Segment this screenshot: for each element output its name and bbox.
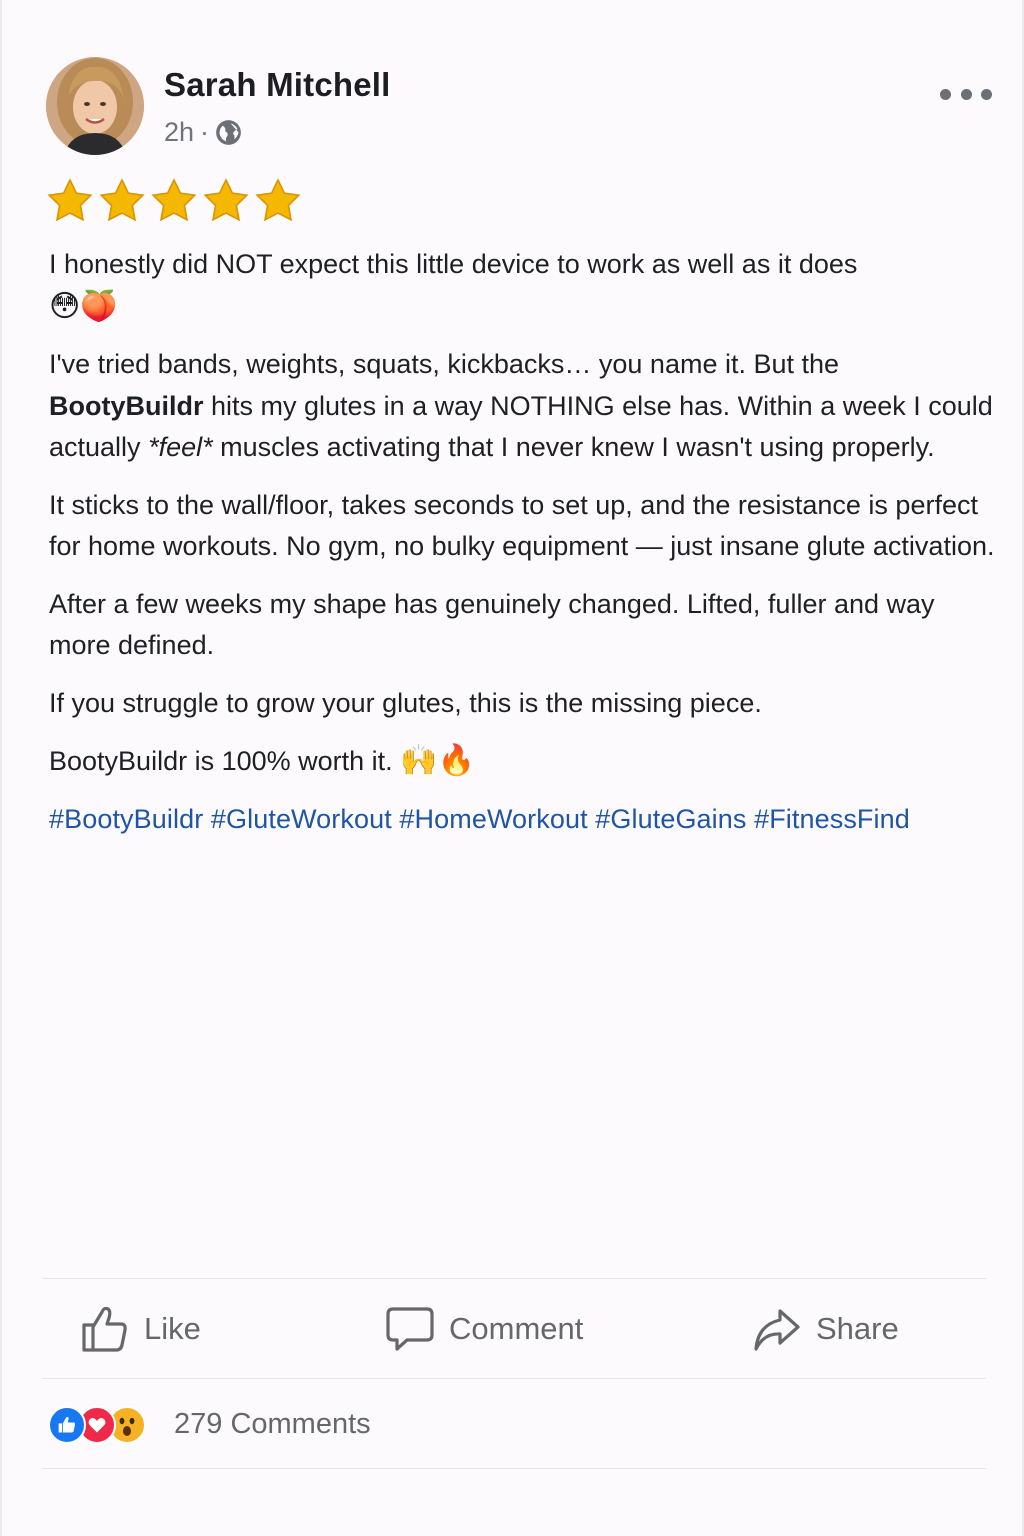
hashtag-link[interactable]: #FitnessFind [754, 804, 910, 834]
avatar-image [46, 57, 144, 155]
post-time[interactable]: 2h [164, 117, 194, 148]
post-card: Sarah Mitchell 2h · I honestly did NOT e… [0, 0, 1024, 1536]
like-reaction-icon [48, 1406, 86, 1444]
hashtag-link[interactable]: #GluteGains [595, 804, 746, 834]
divider-bottom [42, 1468, 986, 1469]
emoji-raised-hands-fire: 🙌🔥 [400, 743, 475, 778]
comment-button[interactable]: Comment [385, 1280, 583, 1378]
post-meta: 2h · [164, 116, 242, 148]
more-dot-icon [981, 88, 992, 100]
comment-label: Comment [449, 1311, 584, 1346]
star-icon [255, 178, 301, 222]
author-name[interactable]: Sarah Mitchell [164, 66, 391, 104]
star-rating [46, 177, 302, 225]
emoji-flushed-peach: 😳🍑 [49, 288, 118, 324]
hashtag-link[interactable]: #BootyBuildr [49, 804, 203, 834]
hashtag-link[interactable]: #GluteWorkout [211, 804, 392, 834]
brand-name: BootyBuildr [49, 390, 204, 421]
comments-count-link[interactable]: 279 Comments [174, 1404, 371, 1444]
post-body: I honestly did NOT expect this little de… [49, 244, 999, 856]
thumbs-up-icon [82, 1306, 127, 1352]
paragraph-3: It sticks to the wall/floor, takes secon… [49, 489, 995, 562]
divider-top [42, 1278, 986, 1279]
paragraph-5: If you struggle to grow your glutes, thi… [49, 687, 762, 718]
emphasis-feel: *feel* [148, 432, 213, 462]
comment-bubble-icon [386, 1307, 434, 1351]
paragraph-4: After a few weeks my shape has genuinely… [49, 588, 935, 661]
more-options-button[interactable] [940, 80, 992, 108]
star-icon [47, 178, 93, 222]
star-icon [99, 178, 145, 222]
author-avatar[interactable] [46, 57, 144, 155]
paragraph-2: I've tried bands, weights, squats, kickb… [49, 349, 993, 462]
like-label: Like [144, 1311, 201, 1346]
paragraph-1: I honestly did NOT expect this little de… [49, 249, 858, 324]
hashtag-link[interactable]: #HomeWorkout [399, 804, 587, 834]
divider-middle [42, 1378, 986, 1379]
action-bar: Like Comment Share [42, 1280, 986, 1378]
star-icon [151, 178, 197, 222]
globe-icon [216, 119, 241, 145]
share-button[interactable]: Share [752, 1280, 899, 1378]
meta-separator: · [200, 116, 210, 147]
paragraph-6: BootyBuildr is 100% worth it. 🙌🔥 [49, 743, 475, 778]
share-arrow-icon [754, 1309, 800, 1351]
share-label: Share [816, 1311, 899, 1346]
star-icon [203, 178, 249, 222]
more-dot-icon [940, 88, 951, 100]
more-dot-icon [960, 88, 972, 100]
reaction-summary[interactable] [48, 1404, 146, 1446]
like-button[interactable]: Like [80, 1280, 201, 1378]
hashtag-list: #BootyBuildr #GluteWorkout #HomeWorkout … [49, 799, 999, 841]
